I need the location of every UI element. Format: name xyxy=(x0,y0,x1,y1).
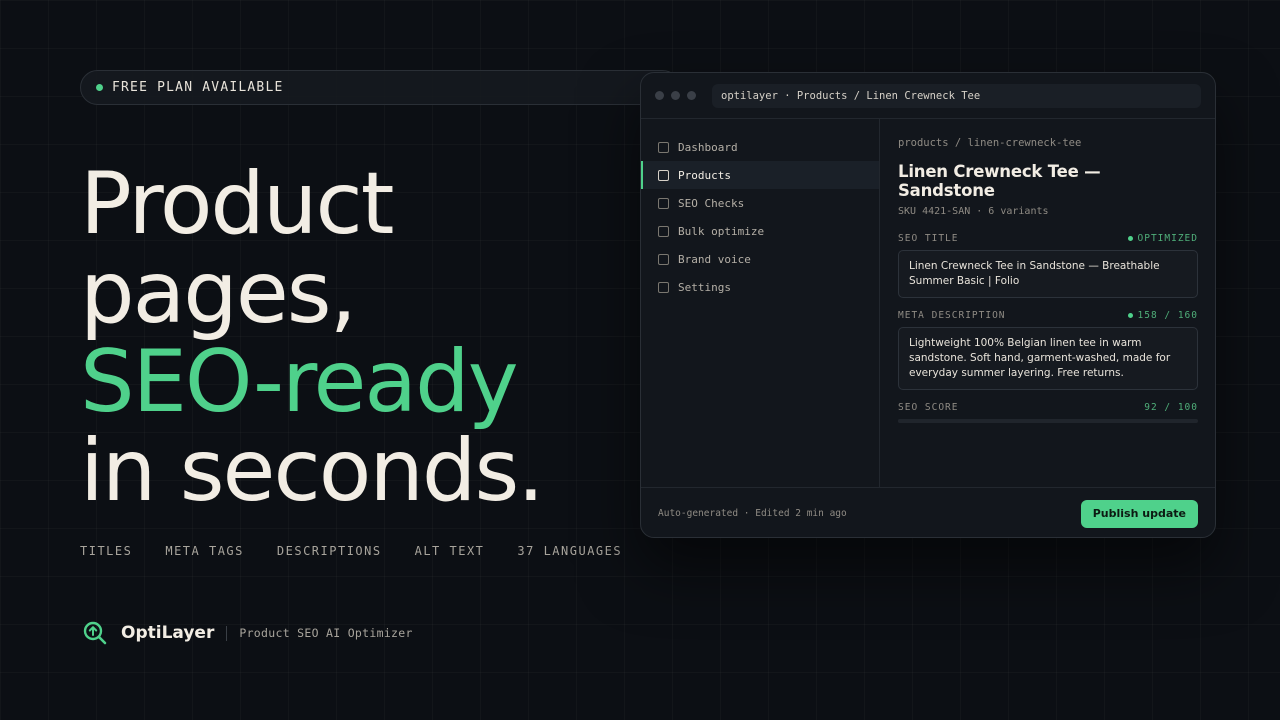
badge-text: FREE PLAN AVAILABLE xyxy=(112,80,284,95)
status-dot-icon xyxy=(1127,313,1133,318)
seo-score-fill xyxy=(898,419,1174,423)
product-editor: products / linen-crewneck-tee Linen Crew… xyxy=(880,119,1215,487)
window-footer: Auto-generated · Edited 2 min ago Publis… xyxy=(641,487,1215,537)
seo-score-label: SEO SCORE xyxy=(898,402,959,413)
window-maximize-icon[interactable] xyxy=(687,91,696,100)
sidebar-item-label: Brand voice xyxy=(678,252,751,266)
optilayer-logo-icon xyxy=(83,621,107,645)
feature-tag: META TAGS xyxy=(165,544,244,558)
brand-divider xyxy=(226,625,228,641)
brand-tagline: Product SEO AI Optimizer xyxy=(239,626,413,640)
seo-score-bar xyxy=(898,419,1198,423)
free-plan-badge: FREE PLAN AVAILABLE xyxy=(80,70,680,105)
sidebar-item-seo-checks[interactable]: SEO Checks xyxy=(641,189,879,217)
publish-update-button[interactable]: Publish update xyxy=(1080,499,1198,528)
seo-score-value: 92 / 100 xyxy=(1144,402,1198,413)
checkbox-icon xyxy=(658,225,669,237)
headline-line-3: SEO-ready xyxy=(80,332,519,432)
sidebar-item-label: Dashboard xyxy=(678,140,738,154)
window-titlebar: optilayer · Products / Linen Crewneck Te… xyxy=(641,73,1215,119)
window-close-icon[interactable] xyxy=(655,91,664,100)
sidebar-item-dashboard[interactable]: Dashboard xyxy=(641,133,879,161)
hero-headline: Product pages, SEO-ready in seconds. xyxy=(80,154,545,521)
seo-score-header: SEO SCORE 92 / 100 xyxy=(898,402,1198,413)
sidebar-item-bulk-optimize[interactable]: Bulk optimize xyxy=(641,217,879,245)
edit-status: Auto-generated · Edited 2 min ago xyxy=(658,508,847,519)
seo-title-status-text: OPTIMIZED xyxy=(1137,233,1198,244)
sidebar-item-brand-voice[interactable]: Brand voice xyxy=(641,245,879,273)
feature-list: TITLES META TAGS DESCRIPTIONS ALT TEXT 3… xyxy=(80,544,622,558)
sidebar-item-settings[interactable]: Settings xyxy=(641,273,879,301)
brand-name: OptiLayer xyxy=(121,623,215,643)
headline-line-2: pages, xyxy=(80,243,357,343)
meta-description-header: META DESCRIPTION 158 / 160 xyxy=(898,310,1198,321)
brand-lockup: OptiLayer Product SEO AI Optimizer xyxy=(82,620,413,646)
sidebar-item-label: Settings xyxy=(678,280,731,294)
breadcrumb[interactable]: products / linen-crewneck-tee xyxy=(898,137,1198,149)
status-dot-icon xyxy=(96,84,103,91)
feature-tag: ALT TEXT xyxy=(414,544,485,558)
sidebar-item-products[interactable]: Products xyxy=(641,161,879,189)
headline-line-4: in seconds. xyxy=(80,421,545,521)
sidebar-item-label: SEO Checks xyxy=(678,196,745,210)
sidebar-item-label: Products xyxy=(678,168,731,182)
feature-tag: DESCRIPTIONS xyxy=(276,544,382,558)
checkbox-icon xyxy=(658,281,669,293)
status-dot-icon xyxy=(1127,236,1133,241)
app-window: optilayer · Products / Linen Crewneck Te… xyxy=(640,72,1216,538)
meta-description-count: 158 / 160 xyxy=(1127,310,1198,321)
feature-tag: 37 LANGUAGES xyxy=(517,544,623,558)
checkbox-icon xyxy=(658,197,669,209)
window-body: Dashboard Products SEO Checks Bulk optim… xyxy=(641,119,1215,487)
checkbox-icon xyxy=(658,169,669,181)
meta-description-count-text: 158 / 160 xyxy=(1137,310,1198,321)
product-title: Linen Crewneck Tee — Sandstone xyxy=(898,162,1101,200)
window-minimize-icon[interactable] xyxy=(671,91,680,100)
seo-title-field[interactable]: Linen Crewneck Tee in Sandstone — Breath… xyxy=(898,250,1198,298)
seo-title-label: SEO TITLE xyxy=(898,233,959,244)
checkbox-icon xyxy=(658,253,669,265)
feature-tag: TITLES xyxy=(80,544,133,558)
sidebar: Dashboard Products SEO Checks Bulk optim… xyxy=(641,119,880,487)
window-controls xyxy=(655,91,696,100)
address-bar[interactable]: optilayer · Products / Linen Crewneck Te… xyxy=(712,83,1201,108)
meta-description-label: META DESCRIPTION xyxy=(898,310,1006,321)
checkbox-icon xyxy=(658,141,669,153)
seo-title-header: SEO TITLE OPTIMIZED xyxy=(898,233,1198,244)
meta-description-field[interactable]: Lightweight 100% Belgian linen tee in wa… xyxy=(898,327,1198,390)
sidebar-item-label: Bulk optimize xyxy=(678,224,765,238)
seo-title-status: OPTIMIZED xyxy=(1127,233,1198,244)
product-sku: SKU 4421-SAN · 6 variants xyxy=(898,206,1049,217)
headline-line-1: Product xyxy=(80,154,395,254)
